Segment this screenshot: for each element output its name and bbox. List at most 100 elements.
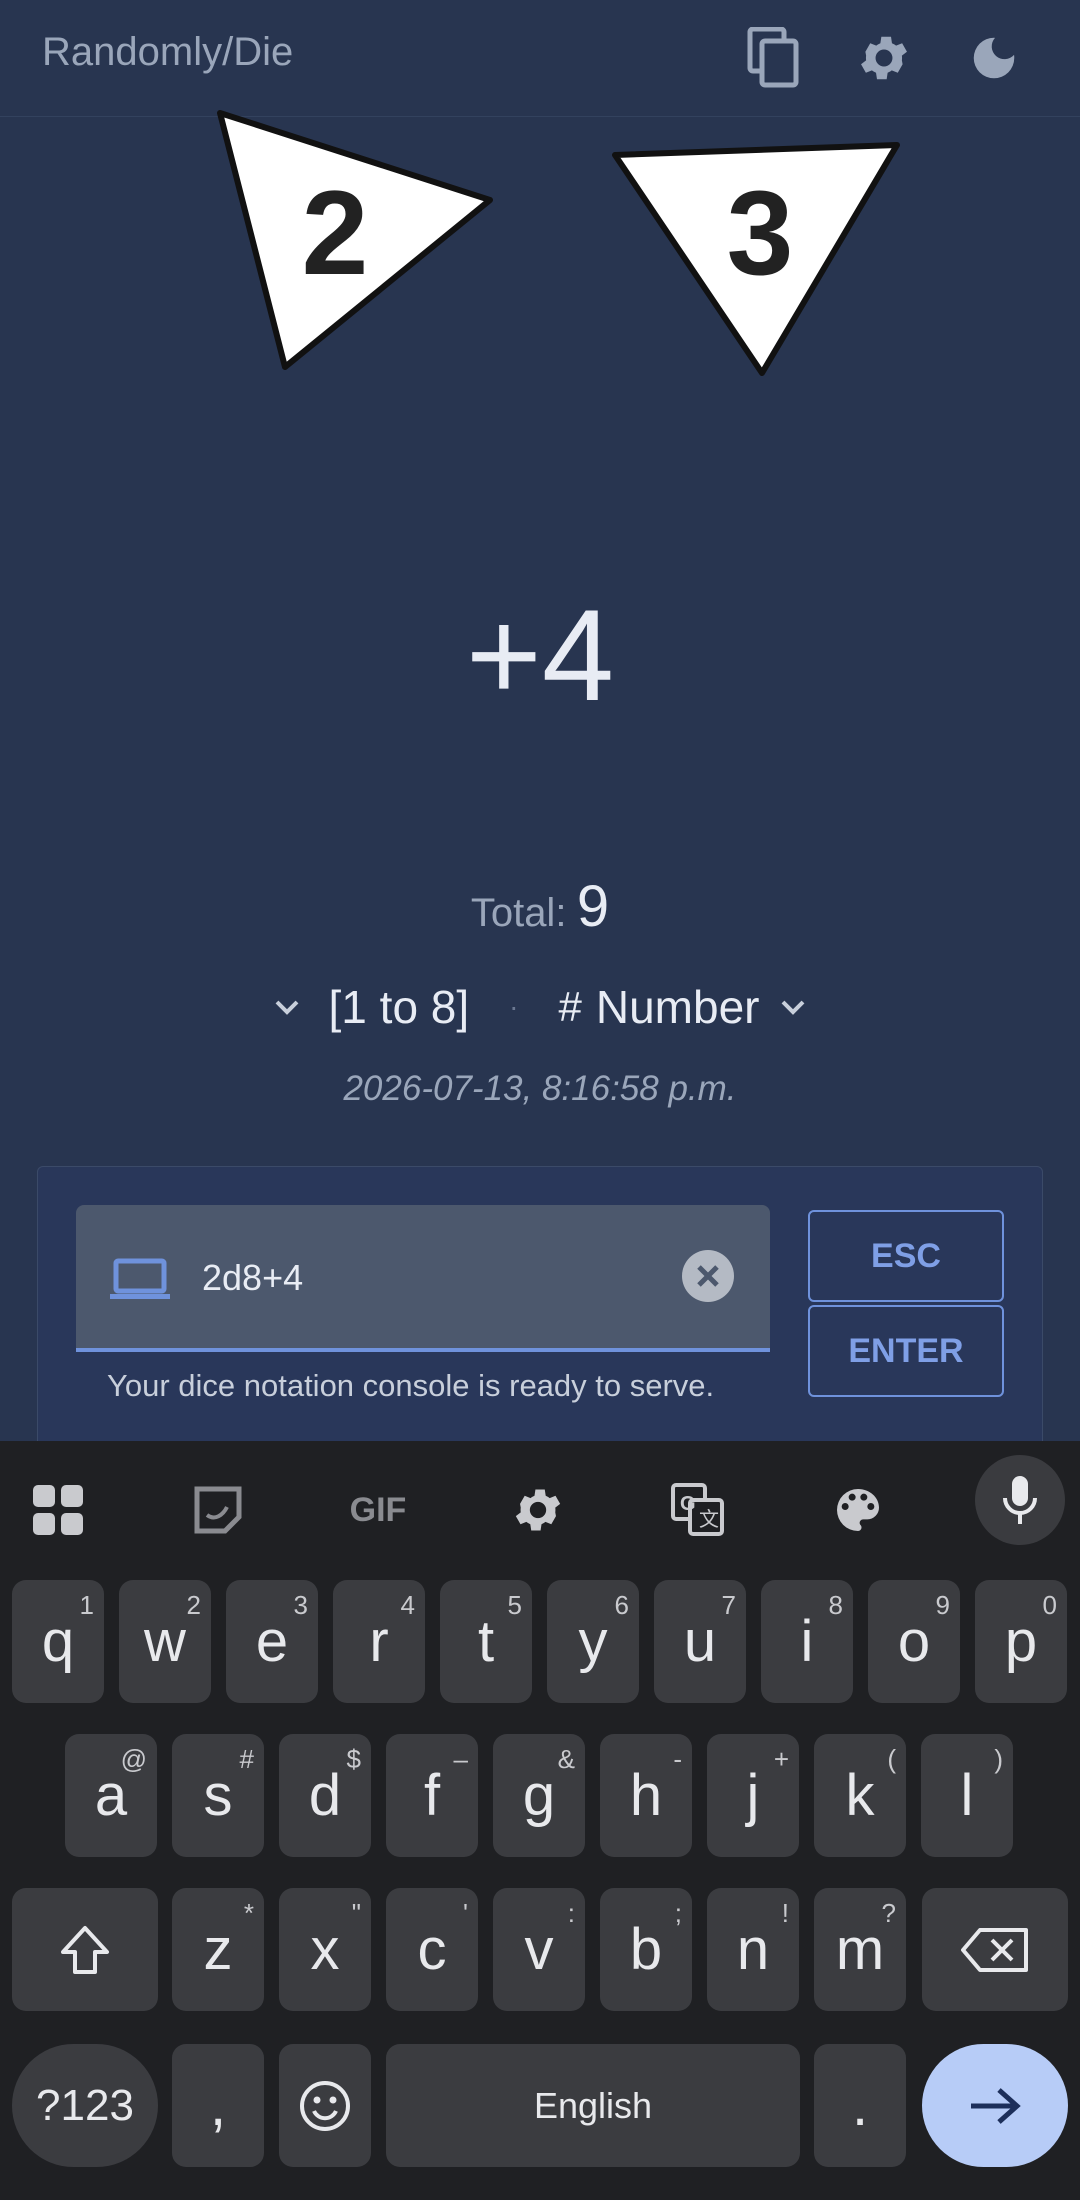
die-2: 3 [610,135,900,380]
key-j[interactable]: j + [707,1734,799,1857]
sticker-icon[interactable] [178,1470,258,1550]
key-a[interactable]: a @ [65,1734,157,1857]
key-label: e [255,1609,289,1674]
mic-icon[interactable] [975,1455,1065,1545]
key-m[interactable]: m? [814,1888,906,2011]
dark-mode-icon[interactable] [958,22,1030,94]
key-label: h [629,1763,663,1828]
key-secondary-label: 4 [400,1590,415,1620]
key-secondary-label: # [239,1744,254,1774]
settings-icon[interactable] [498,1470,578,1550]
key-label: q [41,1609,75,1674]
chevron-down-icon [267,987,307,1027]
total-value: 9 [576,874,610,939]
key-label: m [835,1917,885,1982]
key-secondary-label: 3 [293,1590,308,1620]
key-u[interactable]: u7 [654,1580,746,1703]
key-p[interactable]: p0 [975,1580,1067,1703]
symbols-key[interactable]: ?123 [12,2044,158,2167]
backspace-key[interactable] [922,1888,1068,2011]
mode-label: Number [595,981,760,1033]
key-secondary-label: " [351,1898,361,1928]
key-label: j [746,1763,760,1828]
total-label: Total: [470,891,567,935]
comma-key[interactable]: , [172,2044,264,2167]
key-b[interactable]: b; [600,1888,692,2011]
key-secondary-label: 7 [721,1590,736,1620]
copy-icon[interactable] [738,22,810,94]
roll-timestamp: 2026-07-13, 8:16:58 p.m. [343,1069,737,1108]
key-label: n [736,1917,770,1982]
key-x[interactable]: x " [279,1888,371,2011]
key-secondary-label: 2 [186,1590,201,1620]
palette-icon[interactable] [818,1470,898,1550]
key-k[interactable]: k( [814,1734,906,1857]
key-o[interactable]: o9 [868,1580,960,1703]
clear-icon[interactable] [682,1250,734,1302]
key-d[interactable]: d $ [279,1734,371,1857]
space-key[interactable]: English [386,2044,800,2167]
key-secondary-label: & [557,1744,575,1774]
key-secondary-label: – [453,1744,468,1774]
hash-icon: # [558,983,582,1030]
key-label: r [369,1609,389,1674]
esc-button[interactable]: ESC [808,1210,1004,1302]
app-title: Randomly/Die [42,30,294,74]
key-secondary-label: 1 [79,1590,94,1620]
range-dropdown[interactable]: [1 to 8] [267,980,470,1034]
die-2-value: 3 [726,166,794,300]
key-label: b [629,1917,663,1982]
console-helper-text: Your dice notation console is ready to s… [107,1368,715,1403]
key-secondary-label: * [243,1898,254,1928]
key-l[interactable]: l) [921,1734,1013,1857]
gif-button[interactable]: GIF [338,1470,418,1550]
key-secondary-label: : [567,1898,575,1928]
emoji-key[interactable] [279,2044,371,2167]
key-label: i [800,1609,814,1674]
key-r[interactable]: r4 [333,1580,425,1703]
svg-text:文: 文 [699,1508,719,1531]
settings-icon[interactable] [848,22,920,94]
key-e[interactable]: e3 [226,1580,318,1703]
shift-key[interactable] [12,1888,158,2011]
key-h[interactable]: h- [600,1734,692,1857]
key-secondary-label: @ [120,1744,147,1774]
key-v[interactable]: v: [493,1888,585,2011]
key-secondary-label: 5 [507,1590,522,1620]
key-q[interactable]: q1 [12,1580,104,1703]
key-label: y [578,1609,608,1674]
go-key[interactable] [922,2044,1068,2167]
key-secondary-label: + [773,1744,789,1774]
key-f[interactable]: f – [386,1734,478,1857]
key-secondary-label: ( [887,1744,896,1774]
key-w[interactable]: w2 [119,1580,211,1703]
key-secondary-label: 8 [828,1590,843,1620]
dice-notation-input[interactable]: 2d8+4 [76,1205,770,1352]
key-i[interactable]: i8 [761,1580,853,1703]
key-label: t [477,1609,495,1674]
key-label: l [960,1763,974,1828]
mode-dropdown[interactable]: # Number [559,980,814,1034]
key-secondary-label: 0 [1042,1590,1057,1620]
key-y[interactable]: y6 [547,1580,639,1703]
key-secondary-label: ' [463,1898,468,1928]
key-c[interactable]: c ' [386,1888,478,2011]
key-label: c [417,1917,447,1982]
svg-text:G: G [680,1493,696,1515]
key-secondary-label: ! [781,1898,789,1928]
die-1: 2 [210,105,500,375]
key-z[interactable]: z * [172,1888,264,2011]
key-secondary-label: ? [881,1898,896,1928]
key-label: w [144,1609,186,1674]
translate-icon[interactable]: G文 [658,1470,738,1550]
period-key[interactable]: . [814,2044,906,2167]
key-t[interactable]: t5 [440,1580,532,1703]
key-n[interactable]: n! [707,1888,799,2011]
key-secondary-label: 6 [614,1590,629,1620]
key-label: z [203,1917,233,1982]
range-label: [1 to 8] [328,981,470,1033]
enter-button[interactable]: ENTER [808,1305,1004,1397]
key-g[interactable]: g & [493,1734,585,1857]
key-s[interactable]: s # [172,1734,264,1857]
apps-icon[interactable] [18,1470,98,1550]
